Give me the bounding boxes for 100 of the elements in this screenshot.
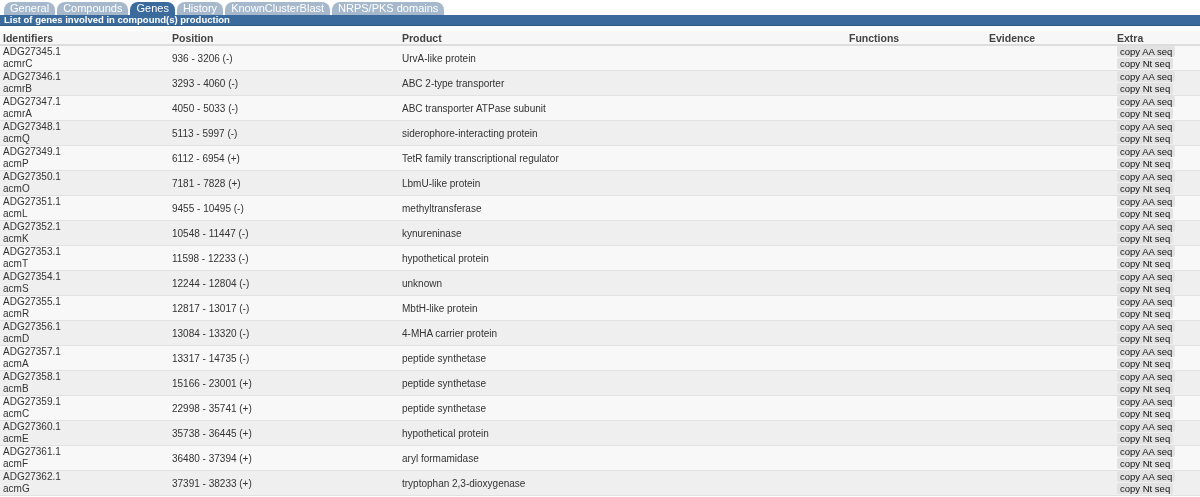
accession-text: ADG27359.1	[3, 396, 62, 408]
column-header: Product	[399, 31, 846, 45]
copy-button[interactable]: copy Nt seq	[1117, 258, 1174, 269]
column-header: Identifiers	[0, 31, 169, 45]
copy-button[interactable]: copy AA seq	[1117, 271, 1176, 282]
gene-name-text: acmP	[3, 158, 30, 170]
position-text: 6112 - 6954 (+)	[172, 152, 240, 164]
gene-name-text: acmK	[3, 233, 30, 245]
gene-name-text: acmF	[3, 458, 29, 470]
product-text: siderophore-interacting protein	[402, 127, 538, 139]
position-text: 13084 - 13320 (-)	[172, 327, 250, 339]
position-text: 15166 - 23001 (+)	[172, 377, 252, 389]
copy-button[interactable]: copy Nt seq	[1117, 183, 1174, 194]
copy-button[interactable]: copy AA seq	[1117, 146, 1176, 157]
tab[interactable]: Genes	[130, 2, 175, 15]
accession-text: ADG27356.1	[3, 321, 62, 333]
accession-text: ADG27346.1	[3, 71, 62, 83]
gene-name-text: acmrA	[3, 108, 33, 120]
position-text: 12817 - 13017 (-)	[172, 302, 250, 314]
gene-name-text: acmL	[3, 208, 29, 220]
copy-button[interactable]: copy Nt seq	[1117, 208, 1174, 219]
copy-button[interactable]: copy Nt seq	[1117, 308, 1174, 319]
copy-button[interactable]: copy Nt seq	[1117, 58, 1174, 69]
position-text: 4050 - 5033 (-)	[172, 102, 239, 114]
copy-button[interactable]: copy Nt seq	[1117, 383, 1174, 394]
copy-button[interactable]: copy AA seq	[1117, 171, 1176, 182]
copy-button[interactable]: copy Nt seq	[1117, 83, 1174, 94]
accession-text: ADG27349.1	[3, 146, 62, 158]
position-text: 936 - 3206 (-)	[172, 52, 233, 64]
product-text: ABC transporter ATPase subunit	[402, 102, 546, 114]
product-text: methyltransferase	[402, 202, 482, 214]
copy-button[interactable]: copy AA seq	[1117, 371, 1176, 382]
copy-button[interactable]: copy Nt seq	[1117, 333, 1174, 344]
copy-button[interactable]: copy Nt seq	[1117, 483, 1174, 494]
accession-text: ADG27350.1	[3, 171, 62, 183]
position-text: 5113 - 5997 (-)	[172, 127, 238, 139]
position-text: 22998 - 35741 (+)	[172, 402, 252, 414]
copy-button[interactable]: copy Nt seq	[1117, 158, 1174, 169]
copy-button[interactable]: copy Nt seq	[1117, 133, 1174, 144]
column-header: Evidence	[986, 31, 1114, 45]
accession-text: ADG27351.1	[3, 196, 62, 208]
accession-text: ADG27358.1	[3, 371, 62, 383]
accession-text: ADG27357.1	[3, 346, 62, 358]
gene-name-text: acmD	[3, 333, 31, 345]
copy-button[interactable]: copy AA seq	[1117, 421, 1176, 432]
product-text: kynureninase	[402, 227, 462, 239]
copy-button[interactable]: copy Nt seq	[1117, 433, 1174, 444]
copy-button[interactable]: copy AA seq	[1117, 196, 1176, 207]
copy-button[interactable]: copy Nt seq	[1117, 408, 1174, 419]
copy-button[interactable]: copy AA seq	[1117, 96, 1176, 107]
copy-button[interactable]: copy AA seq	[1117, 446, 1176, 457]
product-text: peptide synthetase	[402, 352, 486, 364]
copy-button[interactable]: copy AA seq	[1117, 121, 1176, 132]
gene-name-text: acmO	[3, 183, 31, 195]
copy-button[interactable]: copy Nt seq	[1117, 233, 1174, 244]
accession-text: ADG27355.1	[3, 296, 62, 308]
copy-button[interactable]: copy AA seq	[1117, 46, 1176, 57]
position-text: 7181 - 7828 (+)	[172, 177, 241, 189]
copy-button[interactable]: copy AA seq	[1117, 71, 1176, 82]
copy-button[interactable]: copy Nt seq	[1117, 358, 1174, 369]
copy-button[interactable]: copy AA seq	[1117, 346, 1176, 357]
copy-button[interactable]: copy AA seq	[1117, 296, 1176, 307]
column-header: Functions	[846, 31, 986, 45]
gene-name-text: acmrC	[3, 58, 34, 70]
product-text: 4-MHA carrier protein	[402, 327, 498, 339]
copy-button[interactable]: copy AA seq	[1117, 471, 1176, 482]
gene-name-text: acmB	[3, 383, 30, 395]
copy-button[interactable]: copy AA seq	[1117, 221, 1176, 232]
column-header: Extra	[1114, 31, 1200, 45]
accession-text: ADG27362.1	[3, 471, 62, 483]
position-text: 35738 - 36445 (+)	[172, 427, 252, 439]
product-text: UrvA-like protein	[402, 52, 476, 64]
copy-button[interactable]: copy AA seq	[1117, 396, 1176, 407]
copy-button[interactable]: copy AA seq	[1117, 246, 1176, 257]
copy-button[interactable]: copy Nt seq	[1117, 108, 1174, 119]
gene-name-text: acmR	[3, 308, 31, 320]
gene-name-text: acmS	[3, 283, 30, 295]
accession-text: ADG27360.1	[3, 421, 62, 433]
position-text: 36480 - 37394 (+)	[172, 452, 252, 464]
position-text: 13317 - 14735 (-)	[172, 352, 250, 364]
product-text: aryl formamidase	[402, 452, 479, 464]
copy-button[interactable]: copy AA seq	[1117, 321, 1176, 332]
position-text: 37391 - 38233 (+)	[172, 477, 252, 489]
gene-name-text: acmQ	[3, 133, 31, 145]
accession-text: ADG27348.1	[3, 121, 62, 133]
product-text: ABC 2-type transporter	[402, 77, 505, 89]
gene-name-text: acmE	[3, 433, 30, 445]
section-header: List of genes involved in compound(s) production	[0, 15, 1200, 26]
accession-text: ADG27347.1	[3, 96, 62, 108]
position-text: 10548 - 11447 (-)	[172, 227, 249, 239]
gene-name-text: acmA	[3, 358, 30, 370]
product-text: TetR family transcriptional regulator	[402, 152, 559, 164]
product-text: peptide synthetase	[402, 377, 486, 389]
copy-button[interactable]: copy Nt seq	[1117, 458, 1174, 469]
copy-button[interactable]: copy Nt seq	[1117, 283, 1174, 294]
product-text: tryptophan 2,3-dioxygenase	[402, 477, 526, 489]
accession-text: ADG27345.1	[3, 46, 62, 58]
position-text: 11598 - 12233 (-)	[172, 252, 249, 264]
product-text: unknown	[402, 277, 443, 289]
position-text: 12244 - 12804 (-)	[172, 277, 250, 289]
